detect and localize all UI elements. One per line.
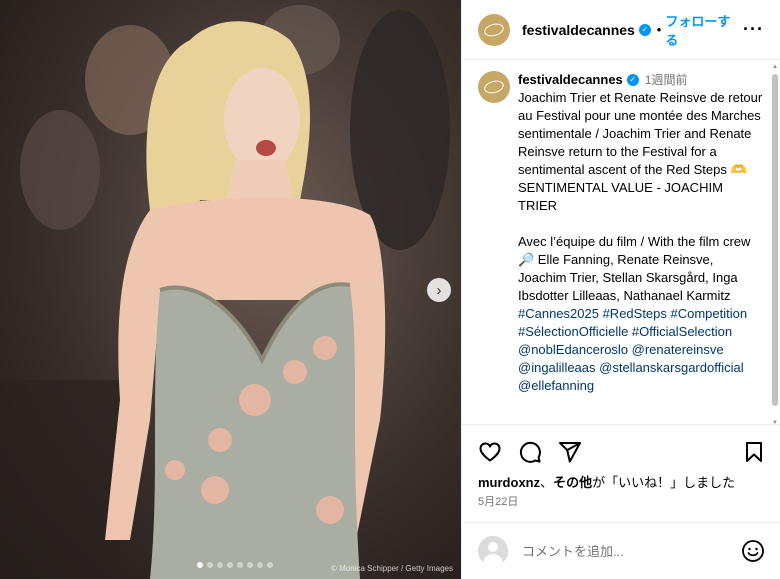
- cannes-logo-icon: [482, 78, 506, 96]
- caption-username[interactable]: festivaldecannes: [518, 71, 623, 89]
- caption-scrollbar[interactable]: ▲ ▼: [772, 64, 778, 426]
- more-options-button[interactable]: ···: [743, 19, 764, 40]
- photo-illustration: [0, 5, 450, 579]
- account-avatar[interactable]: [478, 13, 510, 46]
- caption-body: festivaldecannes ✓ 1週間前 Joachim Trier et…: [518, 71, 765, 395]
- liked-by-user[interactable]: murdoxnz: [478, 475, 540, 490]
- photo-credit: © Monica Schipper / Getty Images: [331, 564, 453, 573]
- header-separator: •: [656, 22, 662, 37]
- user-avatar: [478, 536, 508, 566]
- scroll-up-icon[interactable]: ▲: [772, 64, 778, 70]
- likes-separator: 、: [540, 475, 554, 490]
- comment-input[interactable]: [522, 543, 732, 559]
- chevron-right-icon: ›: [436, 281, 442, 299]
- post-photo[interactable]: › © Monica Schipper / Getty Images: [0, 0, 461, 579]
- carousel-dot: [247, 562, 253, 568]
- next-slide-button[interactable]: ›: [427, 278, 451, 302]
- verified-badge-icon: ✓: [626, 74, 639, 86]
- caption-hashtags[interactable]: #Cannes2025 #RedSteps #Competition #Séle…: [518, 305, 765, 395]
- post-date[interactable]: 5月22日: [478, 493, 518, 509]
- carousel-dot: [227, 562, 233, 568]
- likes-summary: murdoxnz、その他が「いいね！」しました: [478, 472, 735, 491]
- heart-icon[interactable]: [478, 440, 502, 464]
- action-bar: [478, 437, 766, 467]
- account-username[interactable]: festivaldecannes: [522, 22, 635, 38]
- carousel-dot: [267, 562, 273, 568]
- comment-bar: [462, 522, 780, 579]
- cannes-logo-icon: [482, 21, 506, 38]
- caption-header: festivaldecannes ✓ 1週間前: [518, 71, 765, 89]
- follow-button[interactable]: フォローする: [665, 11, 743, 49]
- scrollbar-thumb[interactable]: [772, 74, 778, 406]
- post-header: festivaldecannes ✓ • フォローする ···: [462, 0, 780, 60]
- carousel-dot: [217, 562, 223, 568]
- likes-suffix: が「いいね！」しました: [592, 475, 736, 490]
- likes-others-link[interactable]: その他: [553, 475, 592, 490]
- caption-text: Joachim Trier et Renate Reinsve de retou…: [518, 90, 763, 303]
- scroll-down-icon[interactable]: ▼: [772, 420, 778, 426]
- post-sidebar: festivaldecannes ✓ • フォローする ··· festival…: [461, 0, 780, 579]
- send-icon[interactable]: [558, 440, 582, 464]
- emoji-icon[interactable]: [741, 539, 765, 563]
- carousel-indicator: [197, 562, 273, 568]
- carousel-dot: [257, 562, 263, 568]
- comment-icon[interactable]: [518, 440, 542, 464]
- verified-badge-icon: ✓: [638, 23, 651, 36]
- post-time: 1週間前: [644, 73, 688, 87]
- caption-scroll-area[interactable]: festivaldecannes ✓ 1週間前 Joachim Trier et…: [462, 61, 780, 425]
- bookmark-icon[interactable]: [742, 440, 766, 464]
- caption: festivaldecannes ✓ 1週間前 Joachim Trier et…: [462, 61, 780, 395]
- carousel-dot: [207, 562, 213, 568]
- carousel-dot: [237, 562, 243, 568]
- carousel-dot: [197, 562, 203, 568]
- caption-avatar[interactable]: [478, 71, 510, 103]
